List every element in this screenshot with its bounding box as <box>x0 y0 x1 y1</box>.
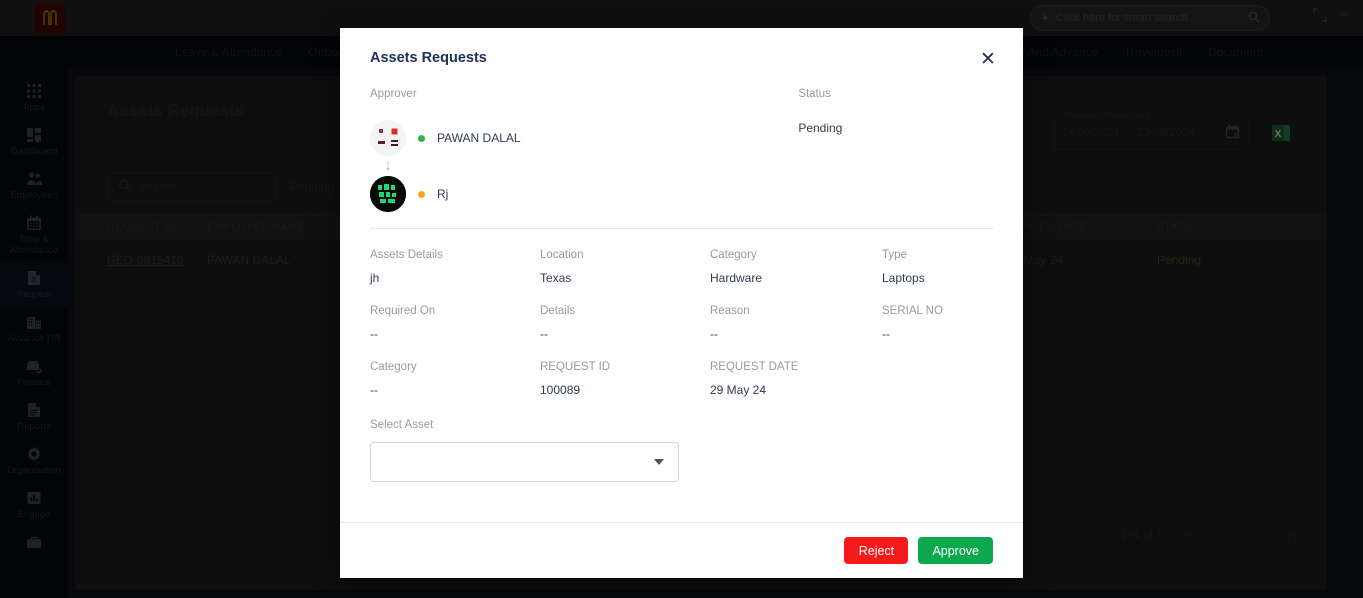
detail-value: -- <box>370 383 378 397</box>
select-asset-group: Select Asset <box>370 419 993 482</box>
status-column: Status Pending <box>798 88 993 212</box>
detail-value: -- <box>882 327 890 341</box>
modal-footer: Reject Approve <box>340 522 1023 578</box>
detail-label: Category <box>710 249 757 261</box>
detail-label: Assets Details <box>370 249 443 261</box>
close-icon[interactable]: ✕ <box>975 46 1001 72</box>
approver-column: Approver PAWAN DALAL ↓ Rj <box>370 88 798 212</box>
status-label: Status <box>798 88 831 100</box>
status-dot <box>418 134 425 142</box>
detail-type: Type Laptops <box>882 229 1022 285</box>
detail-value: -- <box>540 327 548 341</box>
app-root: ✦ Click here for smart search... <box>0 0 1363 598</box>
approve-button[interactable]: Approve <box>918 537 993 564</box>
approver-name: Rj <box>437 187 449 201</box>
detail-location: Location Texas <box>540 229 710 285</box>
reject-button[interactable]: Reject <box>844 537 909 564</box>
detail-value: 100089 <box>540 383 581 397</box>
approver-label: Approver <box>370 88 417 100</box>
modal-title: Assets Requests <box>370 50 487 66</box>
select-asset-label: Select Asset <box>370 419 434 431</box>
detail-value: Texas <box>540 271 572 285</box>
modal-body: Approver PAWAN DALAL ↓ Rj Status Pending… <box>340 88 1023 522</box>
select-asset-dropdown[interactable] <box>370 442 679 482</box>
assets-requests-modal: Assets Requests ✕ Approver PAWAN DALAL ↓… <box>340 28 1023 578</box>
detail-value: Hardware <box>710 271 763 285</box>
approver-item: Rj <box>370 176 798 212</box>
detail-category: Category Hardware <box>710 229 882 285</box>
detail-label: Location <box>540 249 584 261</box>
approver-flow-arrow-icon: ↓ <box>384 157 392 174</box>
detail-serial-no: SERIAL NO -- <box>882 285 1022 341</box>
detail-label: Reason <box>710 305 750 317</box>
status-dot <box>418 190 425 198</box>
detail-value: 29 May 24 <box>710 383 767 397</box>
detail-category-2: Category -- <box>370 341 540 397</box>
detail-label: REQUEST ID <box>540 361 611 373</box>
detail-label: SERIAL NO <box>882 305 943 317</box>
details-grid: Assets Details jh Location Texas Categor… <box>370 229 993 397</box>
detail-details: Details -- <box>540 285 710 341</box>
detail-label: Details <box>540 305 576 317</box>
detail-label: REQUEST DATE <box>710 361 799 373</box>
detail-required-on: Required On -- <box>370 285 540 341</box>
detail-label: Category <box>370 361 417 373</box>
detail-label: Required On <box>370 305 436 317</box>
chevron-down-icon <box>654 459 664 465</box>
detail-value: Laptops <box>882 271 925 285</box>
avatar <box>370 120 406 156</box>
detail-assets-details: Assets Details jh <box>370 229 540 285</box>
avatar <box>370 176 406 212</box>
approver-item: PAWAN DALAL <box>370 120 798 156</box>
approver-status-section: Approver PAWAN DALAL ↓ Rj Status Pending <box>370 88 993 212</box>
detail-value: -- <box>370 327 378 341</box>
detail-label: Type <box>882 249 907 261</box>
detail-value: -- <box>710 327 718 341</box>
modal-header: Assets Requests ✕ <box>340 28 1023 88</box>
status-value: Pending <box>798 121 843 135</box>
detail-reason: Reason -- <box>710 285 882 341</box>
approver-list: PAWAN DALAL ↓ Rj <box>370 120 798 212</box>
detail-value: jh <box>370 271 380 285</box>
approver-name: PAWAN DALAL <box>437 131 521 145</box>
detail-request-date: REQUEST DATE 29 May 24 <box>710 341 882 397</box>
detail-request-id: REQUEST ID 100089 <box>540 341 710 397</box>
